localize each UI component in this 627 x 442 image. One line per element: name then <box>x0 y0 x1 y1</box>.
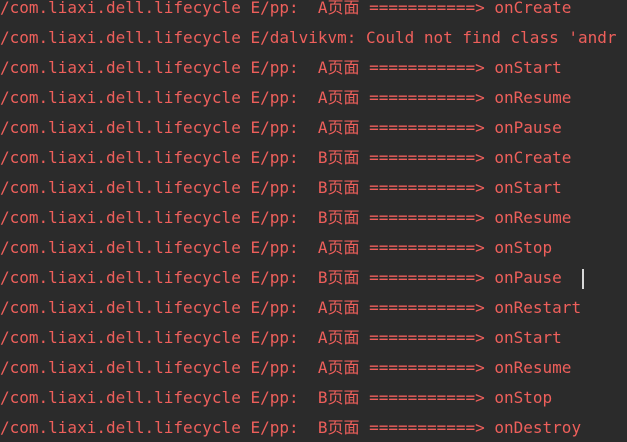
log-line[interactable]: /com.liaxi.dell.lifecycle E/dalvikvm: Co… <box>0 29 617 59</box>
log-line[interactable]: /com.liaxi.dell.lifecycle E/pp: A页面 ====… <box>0 359 571 389</box>
log-line[interactable]: /com.liaxi.dell.lifecycle E/pp: B页面 ====… <box>0 389 552 419</box>
log-line[interactable]: /com.liaxi.dell.lifecycle E/pp: A页面 ====… <box>0 329 562 359</box>
log-line[interactable]: /com.liaxi.dell.lifecycle E/pp: B页面 ====… <box>0 209 571 239</box>
log-line[interactable]: /com.liaxi.dell.lifecycle E/pp: B页面 ====… <box>0 269 562 299</box>
log-line[interactable]: /com.liaxi.dell.lifecycle E/pp: A页面 ====… <box>0 59 562 89</box>
log-line[interactable]: /com.liaxi.dell.lifecycle E/pp: B页面 ====… <box>0 179 562 209</box>
log-line[interactable]: /com.liaxi.dell.lifecycle E/pp: B页面 ====… <box>0 149 571 179</box>
log-console[interactable]: /com.liaxi.dell.lifecycle E/pp: A页面 ====… <box>0 0 627 442</box>
log-line[interactable]: /com.liaxi.dell.lifecycle E/pp: A页面 ====… <box>0 119 562 149</box>
log-line[interactable]: /com.liaxi.dell.lifecycle E/pp: A页面 ====… <box>0 0 571 29</box>
log-line[interactable]: /com.liaxi.dell.lifecycle E/pp: A页面 ====… <box>0 239 552 269</box>
log-line[interactable]: /com.liaxi.dell.lifecycle E/pp: B页面 ====… <box>0 419 581 442</box>
log-line[interactable]: /com.liaxi.dell.lifecycle E/pp: A页面 ====… <box>0 89 571 119</box>
text-caret <box>582 269 584 289</box>
log-line[interactable]: /com.liaxi.dell.lifecycle E/pp: A页面 ====… <box>0 299 581 329</box>
